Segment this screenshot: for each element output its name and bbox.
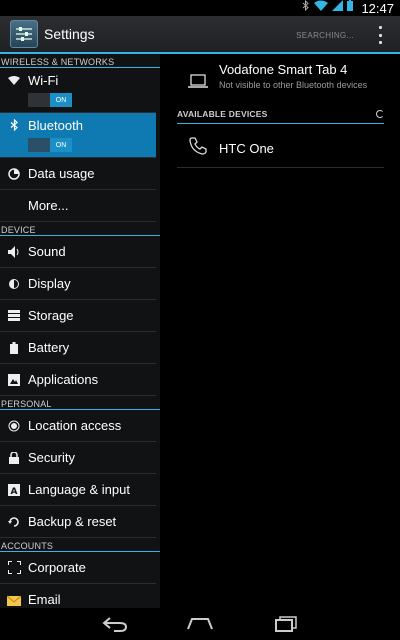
page-title: Settings xyxy=(44,26,95,42)
bluetooth-toggle[interactable]: ON xyxy=(28,138,72,152)
sidebar-item-sound[interactable]: Sound xyxy=(0,236,156,268)
email-icon xyxy=(7,593,21,607)
navigation-bar xyxy=(0,608,400,640)
clock: 12:47 xyxy=(361,0,394,16)
sidebar-item-email[interactable]: Email xyxy=(0,584,156,608)
sidebar-item-corporate[interactable]: Corporate xyxy=(0,552,156,584)
svg-text:A: A xyxy=(11,487,18,496)
sidebar-item-more[interactable]: More... xyxy=(0,190,156,222)
paired-device-own[interactable]: Vodafone Smart Tab 4 Not visible to othe… xyxy=(160,58,400,102)
device-htc-one[interactable]: HTC One xyxy=(177,130,384,168)
storage-icon xyxy=(7,309,21,323)
section-header-wireless: WIRELESS & NETWORKS xyxy=(0,54,160,68)
language-icon: A xyxy=(7,483,21,497)
home-icon[interactable] xyxy=(186,615,214,638)
bluetooth-icon xyxy=(7,118,21,132)
corporate-icon xyxy=(7,561,21,575)
available-devices-header: AVAILABLE DEVICES xyxy=(177,109,384,124)
applications-icon xyxy=(7,373,21,387)
sidebar-item-location[interactable]: Location access xyxy=(0,410,156,442)
sidebar-item-label: Backup & reset xyxy=(28,514,117,529)
sidebar-item-applications[interactable]: Applications xyxy=(0,364,156,396)
sidebar-item-label: Display xyxy=(28,276,71,291)
sidebar-item-storage[interactable]: Storage xyxy=(0,300,156,332)
sidebar-item-display[interactable]: Display xyxy=(0,268,156,300)
settings-app-icon[interactable] xyxy=(10,20,38,48)
status-bar: 12:47 xyxy=(0,0,400,16)
wifi-icon xyxy=(314,0,329,17)
sidebar-item-wifi[interactable]: Wi-Fi ON xyxy=(0,68,156,113)
bluetooth-icon xyxy=(302,0,310,17)
signal-icon xyxy=(332,0,344,17)
sidebar-item-label: Security xyxy=(28,450,75,465)
sidebar-item-label: Applications xyxy=(28,372,99,387)
wifi-toggle[interactable]: ON xyxy=(28,93,72,107)
backup-icon xyxy=(7,515,21,529)
recent-apps-icon[interactable] xyxy=(274,615,298,638)
own-device-name: Vodafone Smart Tab 4 xyxy=(219,62,348,77)
searching-status: SEARCHING... xyxy=(296,31,354,40)
sidebar-item-label: Location access xyxy=(28,418,122,433)
wifi-icon xyxy=(7,73,21,87)
sidebar-item-label: Battery xyxy=(28,340,70,355)
bluetooth-panel: Vodafone Smart Tab 4 Not visible to othe… xyxy=(160,54,400,608)
sidebar-item-label: Storage xyxy=(28,308,74,323)
battery-icon xyxy=(7,341,21,355)
sidebar-item-backup[interactable]: Backup & reset xyxy=(0,506,156,538)
section-header-accounts: ACCOUNTS xyxy=(0,538,160,552)
section-header-device: DEVICE xyxy=(0,222,160,236)
device-name: HTC One xyxy=(219,141,274,156)
sidebar-item-battery[interactable]: Battery xyxy=(0,332,156,364)
sidebar-item-label: Sound xyxy=(28,244,66,259)
settings-sidebar: WIRELESS & NETWORKS Wi-Fi ON Bluetooth O… xyxy=(0,54,160,608)
action-bar: Settings SEARCHING... xyxy=(0,16,400,54)
phone-icon xyxy=(189,137,207,160)
battery-icon xyxy=(347,0,354,17)
sidebar-item-security[interactable]: Security xyxy=(0,442,156,474)
lock-icon xyxy=(7,451,21,465)
visibility-status: Not visible to other Bluetooth devices xyxy=(219,80,368,90)
laptop-icon xyxy=(188,74,208,93)
speaker-icon xyxy=(7,245,21,259)
sidebar-item-bluetooth[interactable]: Bluetooth ON xyxy=(0,113,156,158)
overflow-menu-icon[interactable] xyxy=(374,26,386,44)
section-header-personal: PERSONAL xyxy=(0,396,160,410)
sidebar-item-label: Bluetooth xyxy=(28,118,83,133)
sidebar-item-data-usage[interactable]: Data usage xyxy=(0,158,156,190)
sidebar-item-label: Data usage xyxy=(28,166,95,181)
location-icon xyxy=(7,419,21,433)
sidebar-item-label: Language & input xyxy=(28,482,130,497)
sidebar-item-language[interactable]: A Language & input xyxy=(0,474,156,506)
sidebar-item-label: More... xyxy=(28,198,69,213)
brightness-icon xyxy=(7,277,21,291)
sidebar-item-label: Wi-Fi xyxy=(28,73,59,88)
searching-spinner-icon xyxy=(376,110,384,118)
sidebar-item-label: Corporate xyxy=(28,560,86,575)
pie-chart-icon xyxy=(7,167,21,181)
sidebar-item-label: Email xyxy=(28,592,61,607)
back-icon[interactable] xyxy=(102,615,128,638)
